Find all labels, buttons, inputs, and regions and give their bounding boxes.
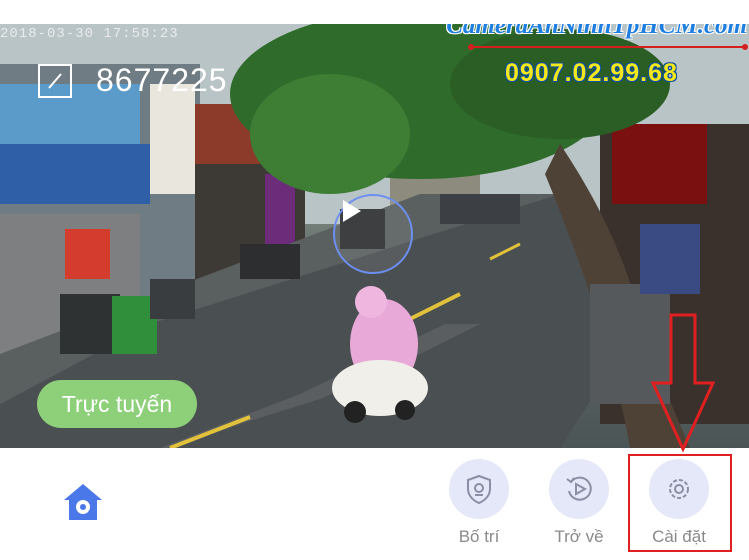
watermark-dot (468, 44, 474, 50)
highlight-box (628, 454, 732, 552)
camera-live-view[interactable]: 2018-03-30 17:58:23 CameraAnNinhTpHCM.co… (0, 24, 749, 448)
playback-action[interactable]: Trở về (539, 459, 619, 547)
watermark-brand: CameraAnNinhTpHCM.com (446, 24, 747, 39)
watermark-dot (742, 44, 748, 50)
watermark-phone: 0907.02.99.68 (505, 59, 678, 87)
layout-action[interactable]: Bố trí (439, 459, 519, 547)
replay-icon (549, 459, 609, 519)
shield-camera-icon (449, 459, 509, 519)
playback-label: Trở về (554, 527, 604, 546)
top-bar (0, 0, 749, 24)
watermark-underline (470, 46, 746, 48)
highlight-arrow-icon (651, 313, 715, 453)
play-icon (343, 200, 361, 222)
device-id: 8677225 (96, 62, 228, 98)
online-status-badge: Trực tuyến (37, 380, 197, 428)
home-camera-icon[interactable] (62, 482, 104, 527)
video-timestamp: 2018-03-30 17:58:23 (0, 26, 179, 42)
layout-label: Bố trí (458, 527, 500, 546)
edit-icon[interactable] (38, 63, 72, 98)
device-header: 8677225 (38, 62, 228, 99)
play-button[interactable] (333, 194, 413, 274)
